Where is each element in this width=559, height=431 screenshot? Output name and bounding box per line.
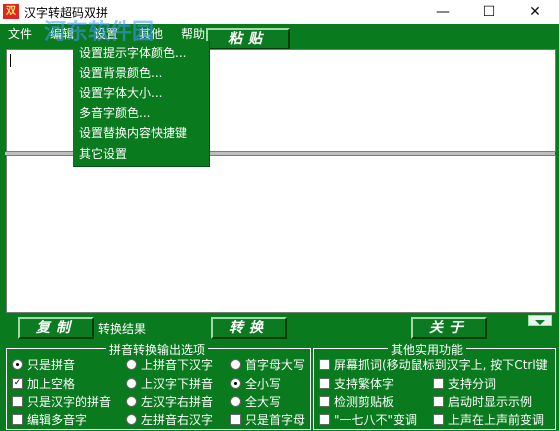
checkbox-icon[interactable] (319, 396, 330, 407)
option-initials-only[interactable]: 只是首字母 (230, 411, 305, 428)
option-capitalize-first[interactable]: 首字母大写 (230, 356, 305, 373)
maximize-button[interactable]: ☐ (466, 0, 512, 24)
dropdown-item-font-size[interactable]: 设置字体大小... (79, 84, 162, 101)
checkbox-icon[interactable] (12, 396, 23, 407)
checkbox-icon[interactable] (319, 378, 330, 389)
text-cursor (10, 54, 11, 67)
checkbox-icon[interactable] (319, 359, 330, 370)
result-label: 转换结果 (98, 322, 147, 336)
radio-icon[interactable] (230, 396, 241, 407)
option-hanzi-above[interactable]: 上汉字下拼音 (126, 375, 213, 392)
option-third-tone-sandhi[interactable]: 上声在上声前变调 (433, 411, 551, 428)
option-edit-polyphone[interactable]: 编辑多音字 (12, 411, 87, 428)
option-screen-capture[interactable]: 屏幕抓词(移动鼠标到汉字上, 按下Ctrl键 (319, 356, 551, 373)
convert-button[interactable]: 转换 (211, 317, 287, 339)
radio-icon[interactable] (126, 359, 137, 370)
checkbox-icon[interactable] (319, 414, 330, 425)
dropdown-item-tip-font-color[interactable]: 设置提示字体颜色... (79, 44, 186, 61)
option-show-example[interactable]: 启动时显示示例 (433, 393, 532, 410)
checkbox-checked-icon[interactable]: ✓ (12, 378, 23, 389)
dropdown-item-polyphone-color[interactable]: 多音字颜色... (79, 104, 150, 121)
radio-icon[interactable] (12, 359, 23, 370)
option-traditional[interactable]: 支持繁体字 (319, 375, 394, 392)
output-textarea[interactable] (6, 155, 556, 313)
option-hanzi-left[interactable]: 左汉字右拼音 (126, 393, 213, 410)
dropdown-item-other-settings[interactable]: 其它设置 (79, 145, 127, 162)
radio-icon[interactable] (126, 414, 137, 425)
radio-icon[interactable] (230, 359, 241, 370)
checkbox-icon[interactable] (433, 414, 444, 425)
checkbox-icon[interactable] (433, 396, 444, 407)
settings-dropdown: 设置提示字体颜色... 设置背景颜色... 设置字体大小... 多音字颜色...… (73, 41, 210, 167)
radio-icon[interactable] (230, 378, 241, 389)
close-window-button[interactable]: ✕ (512, 0, 558, 24)
option-word-segmentation[interactable]: 支持分词 (433, 375, 496, 392)
menu-file[interactable]: 文件 (8, 25, 32, 42)
dropdown-item-bg-color[interactable]: 设置背景颜色... (79, 64, 162, 81)
chevron-down-icon (535, 320, 545, 325)
copy-button[interactable]: 复制 (18, 317, 94, 339)
option-watch-clipboard[interactable]: 检测剪贴板 (319, 393, 394, 410)
checkbox-icon[interactable] (230, 414, 241, 425)
option-all-lower[interactable]: 全小写 (230, 375, 281, 392)
checkbox-icon[interactable] (12, 414, 23, 425)
option-all-upper[interactable]: 全大写 (230, 393, 281, 410)
option-tone-sandhi[interactable]: "一七八不"变调 (319, 411, 417, 428)
collapse-toggle[interactable] (528, 315, 552, 326)
about-button[interactable]: 关于 (411, 317, 487, 339)
checkbox-icon[interactable] (433, 378, 444, 389)
radio-icon[interactable] (126, 378, 137, 389)
option-hanzi-pinyin-only[interactable]: 只是汉字的拼音 (12, 393, 111, 410)
dropdown-item-replace-hotkey[interactable]: 设置替换内容快捷键 (79, 124, 187, 141)
option-pinyin-only[interactable]: 只是拼音 (12, 356, 75, 373)
menu-help[interactable]: 帮助 (181, 25, 205, 42)
option-add-space[interactable]: ✓ 加上空格 (12, 375, 75, 392)
option-pinyin-left[interactable]: 左拼音右汉字 (126, 411, 213, 428)
minimize-button[interactable]: — (420, 0, 466, 24)
paste-button[interactable]: 粘贴 (206, 28, 290, 50)
radio-icon[interactable] (126, 396, 137, 407)
app-icon: 双 (3, 4, 19, 19)
option-pinyin-above[interactable]: 上拼音下汉字 (126, 356, 213, 373)
